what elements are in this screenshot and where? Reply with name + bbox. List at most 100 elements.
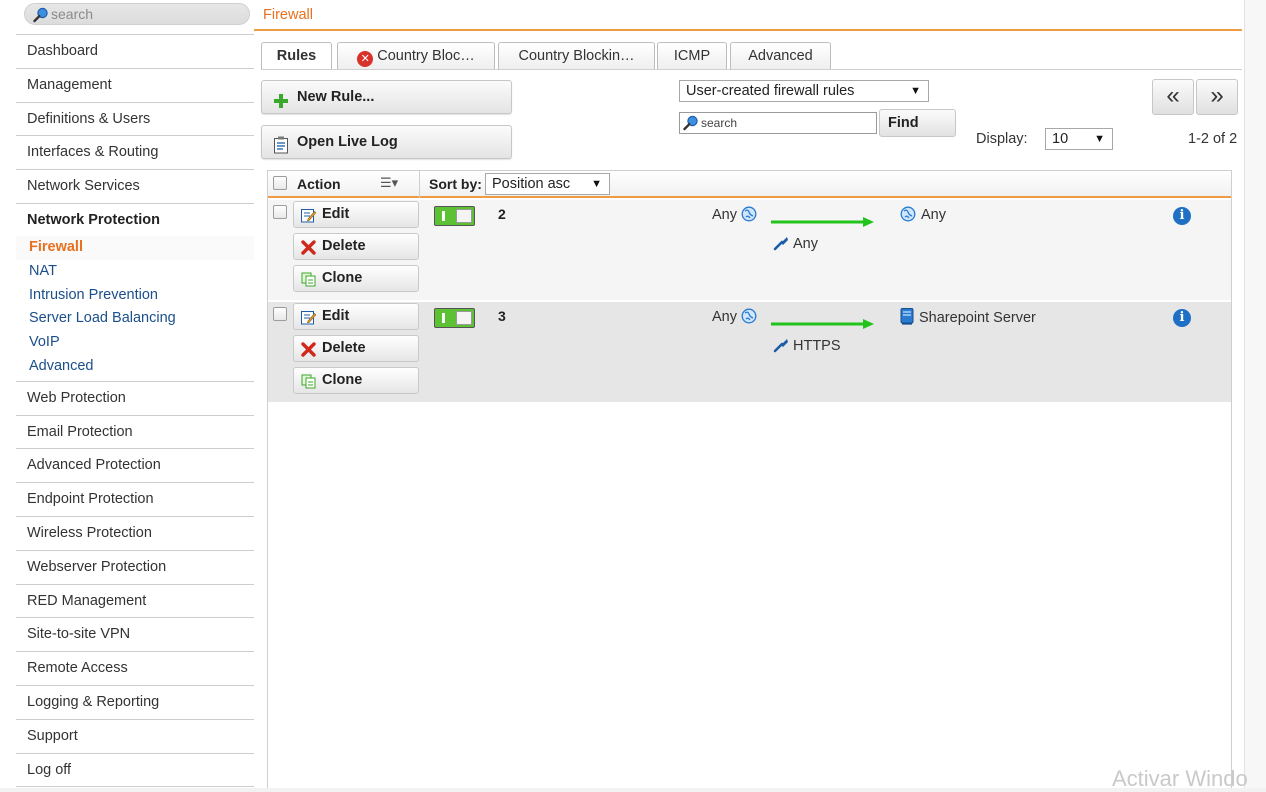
delete-button[interactable]: Delete [293,233,419,260]
tabs-divider [261,69,1242,70]
dropdown-arrow-icon: ▼ [910,85,921,97]
rule-destination[interactable]: Any [900,206,946,226]
globe-icon [900,206,916,226]
rule-service-label: HTTPS [793,338,841,354]
open-live-log-label: Open Live Log [297,134,398,150]
sidebar-subitem-voip[interactable]: VoIP [16,331,254,355]
tab-label: Advanced [748,48,813,64]
sidebar-item-advanced-protection[interactable]: Advanced Protection [16,449,254,484]
edit-button[interactable]: Edit [293,303,419,330]
sidebar-nav: Dashboard Management Definitions & Users… [16,34,254,788]
info-icon[interactable]: i [1173,309,1191,327]
delete-label: Delete [322,238,366,254]
rule-source-label: Any [712,309,737,325]
sidebar-subitem-firewall[interactable]: Firewall [16,235,254,260]
tab-icmp[interactable]: ICMP [657,42,727,70]
row-checkbox[interactable] [273,205,287,219]
sidebar-item-remote-access[interactable]: Remote Access [16,652,254,686]
log-icon [273,134,289,166]
rule-destination-label: Any [921,207,946,223]
sidebar-search-input[interactable]: search [24,3,250,25]
rule-enabled-toggle[interactable] [434,308,475,328]
sidebar-subitem-nat[interactable]: NAT [16,260,254,284]
rule-source[interactable]: Any [712,308,757,328]
header-divider [419,171,420,198]
tab-label: Country Blockin… [518,48,635,64]
service-plug-icon [773,235,789,255]
row-checkbox[interactable] [273,307,287,321]
clone-label: Clone [322,372,363,388]
rule-filter-select[interactable]: User-created firewall rules ▼ [679,80,929,102]
delete-label: Delete [322,340,366,356]
sidebar-subitem-intrusion-prevention[interactable]: Intrusion Prevention [16,284,254,308]
rule-enabled-toggle[interactable] [434,206,475,226]
rule-search-input[interactable]: search [679,112,877,134]
sidebar-item-logging-reporting[interactable]: Logging & Reporting [16,685,254,720]
delete-x-icon [301,341,316,366]
info-icon[interactable]: i [1173,207,1191,225]
sidebar-item-wireless-protection[interactable]: Wireless Protection [16,516,254,551]
clone-label: Clone [322,270,363,286]
magnifier-icon [683,115,699,137]
open-live-log-button[interactable]: Open Live Log [261,125,512,159]
sort-select[interactable]: Position asc ▼ [485,173,610,195]
sidebar-subitem-server-load-balancing[interactable]: Server Load Balancing [16,307,254,331]
sidebar-item-endpoint-protection[interactable]: Endpoint Protection [16,483,254,517]
toggle-knob [456,209,472,223]
scrollbar-gutter[interactable] [1244,0,1266,788]
server-icon [900,308,914,329]
sidebar-subnav-wrapper: Firewall NAT Intrusion Prevention Server… [16,235,254,382]
dropdown-arrow-icon: ▼ [1094,133,1105,145]
sidebar-item-interfaces-routing[interactable]: Interfaces & Routing [16,136,254,171]
rule-service[interactable]: Any [773,235,818,255]
find-button[interactable]: Find [879,109,956,137]
sidebar-item-email-protection[interactable]: Email Protection [16,415,254,450]
clone-button[interactable]: Clone [293,367,419,394]
plus-icon [273,89,289,121]
toggle-on-mark [442,211,445,221]
tab-country-blocking-exceptions[interactable]: Country Blockin… [498,42,655,70]
pager-prev-button[interactable]: « [1152,79,1194,115]
sidebar-item-support[interactable]: Support [16,719,254,754]
sidebar-subitem-advanced[interactable]: Advanced [16,355,254,379]
edit-button[interactable]: Edit [293,201,419,228]
tab-label: Rules [276,48,317,64]
tab-label: ICMP [673,48,711,64]
rule-destination[interactable]: Sharepoint Server [900,308,1036,329]
sidebar: search Dashboard Management Definitions … [16,0,254,788]
sidebar-item-web-protection[interactable]: Web Protection [16,381,254,416]
pager-next-button[interactable]: » [1196,79,1238,115]
rule-position: 3 [498,308,506,324]
delete-button[interactable]: Delete [293,335,419,362]
clone-button[interactable]: Clone [293,265,419,292]
rules-table: Action ☰▾ Sort by: Position asc ▼ Edit D… [267,170,1232,788]
sidebar-item-definitions-users[interactable]: Definitions & Users [16,102,254,137]
sidebar-item-site-to-site-vpn[interactable]: Site-to-site VPN [16,618,254,653]
rule-position: 2 [498,206,506,222]
edit-icon [301,309,317,334]
rule-service[interactable]: HTTPS [773,337,841,357]
sidebar-subnav: Firewall NAT Intrusion Prevention Server… [16,235,254,382]
sidebar-item-webserver-protection[interactable]: Webserver Protection [16,550,254,585]
tab-country-blocking[interactable]: ✕ Country Bloc… [337,42,495,70]
column-menu-icon[interactable]: ☰▾ [380,175,398,191]
sidebar-item-log-off[interactable]: Log off [16,753,254,788]
windows-activation-watermark: Activar Windo [1112,766,1248,791]
new-rule-button[interactable]: New Rule... [261,80,512,114]
sidebar-item-network-services[interactable]: Network Services [16,170,254,204]
tab-rules[interactable]: Rules [261,42,332,70]
rule-search-placeholder: search [701,116,738,130]
sidebar-item-management[interactable]: Management [16,68,254,103]
select-all-checkbox[interactable] [273,176,287,190]
sidebar-item-red-management[interactable]: RED Management [16,584,254,619]
sidebar-item-dashboard[interactable]: Dashboard [16,35,254,69]
rule-destination-label: Sharepoint Server [919,310,1036,326]
tab-advanced[interactable]: Advanced [730,42,831,70]
clone-icon [301,271,316,296]
table-row: Edit Delete Clone 3 Any Sharepoint Serve… [268,302,1231,402]
sidebar-item-network-protection[interactable]: Network Protection [16,203,254,236]
rule-source[interactable]: Any [712,206,757,226]
display-count-select[interactable]: 10 ▼ [1045,128,1113,150]
flow-arrow-icon [771,217,874,227]
globe-icon [741,206,757,226]
